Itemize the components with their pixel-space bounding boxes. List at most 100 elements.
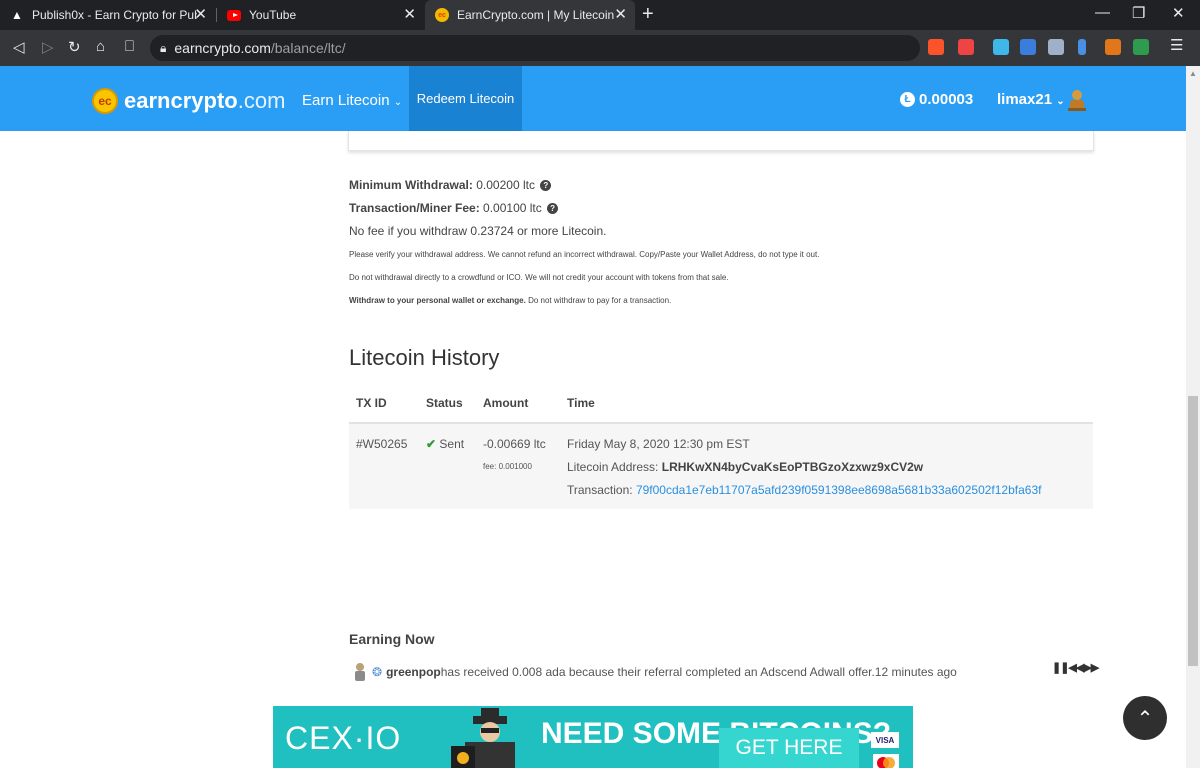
youtube-favicon-icon (227, 8, 241, 22)
column-header-amount: Amount (483, 396, 529, 410)
fee: fee: 0.001000 (483, 462, 532, 471)
tx-id: #W50265 (356, 437, 408, 451)
extension-icon[interactable] (993, 39, 1009, 55)
menu-icon[interactable]: ☰ (1170, 36, 1183, 54)
get-here-button[interactable]: GET HERE (719, 728, 859, 768)
nav-earn-litecoin[interactable]: Earn Litecoin ⌄ (302, 92, 402, 109)
column-header-time: Time (567, 396, 595, 410)
close-tab-icon[interactable]: ✕ (194, 6, 207, 24)
help-icon[interactable]: ? (540, 180, 552, 192)
user-avatar-icon (355, 663, 365, 681)
extension-icon[interactable] (1133, 39, 1149, 55)
logo-suffix: .com (237, 88, 286, 113)
tab-publish0x[interactable]: ▲ Publish0x - Earn Crypto for Publish ✕ (0, 0, 215, 30)
crowdfund-note: Do not withdrawal directly to a crowdfun… (349, 273, 729, 282)
avatar[interactable] (1065, 88, 1089, 112)
miner-fee-line: Transaction/Miner Fee: 0.00100 ltc ? (349, 201, 559, 215)
restore-button[interactable]: ❐ (1132, 4, 1145, 22)
home-icon[interactable]: ⌂ (96, 38, 105, 55)
earncrypto-favicon-icon: ec (435, 8, 449, 22)
bookmark-icon[interactable]: ⎕ (125, 38, 134, 55)
metamask-icon[interactable] (1105, 39, 1121, 55)
earning-message: has received 0.008 ada because their ref… (440, 665, 875, 679)
amount: -0.00669 ltc (483, 437, 546, 451)
history-title: Litecoin History (349, 345, 500, 370)
page-scrollbar[interactable]: ▲ (1186, 66, 1200, 768)
scroll-to-top-button[interactable]: ⌃ (1123, 696, 1167, 740)
burglar-illustration-icon (451, 708, 515, 768)
site-header: ec earncrypto .com Earn Litecoin ⌄ Redeem… (0, 66, 1186, 131)
earning-now-title: Earning Now (349, 631, 435, 647)
minimum-withdrawal-line: Minimum Withdrawal: 0.00200 ltc ? (349, 178, 552, 192)
fee-value: 0.00100 ltc (483, 201, 542, 215)
visa-logo: VISA (871, 732, 899, 748)
balance-amount: 0.00003 (919, 91, 974, 108)
min-value: 0.00200 ltc (476, 178, 535, 192)
publish0x-favicon-icon: ▲ (11, 8, 23, 22)
column-header-txid: TX ID (356, 396, 387, 410)
close-window-button[interactable]: ✕ (1172, 4, 1185, 22)
column-header-status: Status (426, 396, 463, 410)
chevron-down-icon: ⌄ (1056, 96, 1065, 107)
close-tab-icon[interactable]: ✕ (403, 6, 416, 24)
scroll-up-icon[interactable]: ▲ (1189, 69, 1197, 78)
shield-extension-icon[interactable] (1048, 39, 1064, 55)
address-bar[interactable]: 🔒︎ earncrypto.com/balance/ltc/ (150, 35, 920, 61)
balance-display[interactable]: Ł 0.00003 (900, 91, 973, 108)
new-tab-button[interactable]: + (642, 3, 654, 25)
earning-time: 12 minutes ago (874, 665, 957, 679)
transaction-line: Transaction: 79f00cda1e7eb11707a5afd239f… (567, 483, 1041, 497)
transaction-label: Transaction: (567, 483, 633, 497)
cexio-logo: CEX·IO (285, 720, 402, 756)
table-row: #W50265 ✔ Sent -0.00669 ltc fee: 0.00100… (349, 424, 1093, 509)
extension-icon[interactable] (1078, 39, 1086, 55)
minimize-button[interactable]: — (1095, 4, 1110, 21)
withdraw-form-card (348, 131, 1094, 151)
ticker-controls-icon[interactable]: ❚❚◀◀▶▶ (1052, 661, 1099, 674)
earning-user[interactable]: greenpop (386, 665, 441, 679)
earning-activity-item: ❂ greenpop has received 0.008 ada becaus… (352, 662, 957, 682)
min-label: Minimum Withdrawal: (349, 178, 473, 192)
url-domain: earncrypto.com (174, 40, 271, 56)
site-logo[interactable]: ec earncrypto .com (92, 88, 285, 114)
litecoin-icon: Ł (900, 92, 915, 107)
cexio-banner-ad[interactable]: CEX·IO NEED SOME BITCOINS? GET HERE VISA (273, 706, 913, 768)
address-label: Litecoin Address: (567, 460, 659, 474)
browser-toolbar: ◁ ▷ ↻ ⌂ ⎕ 🔒︎ earncrypto.com/balance/ltc/… (0, 30, 1200, 66)
nav-redeem-litecoin[interactable]: Redeem Litecoin (409, 66, 522, 131)
user-menu[interactable]: limax21 ⌄ (997, 91, 1065, 108)
tab-title: EarnCrypto.com | My Litecoin Bala (457, 8, 617, 22)
tab-title: Publish0x - Earn Crypto for Publish (32, 8, 197, 22)
url-path: /balance/ltc/ (270, 40, 346, 56)
tab-title: YouTube (249, 8, 297, 22)
reload-icon[interactable]: ↻ (68, 38, 81, 56)
fee-label: Transaction/Miner Fee: (349, 201, 480, 215)
status-cell: ✔ Sent (426, 437, 464, 451)
tab-youtube[interactable]: YouTube ✕ (217, 0, 424, 30)
cardano-icon: ❂ (372, 665, 383, 679)
address-value: LRHKwXN4byCvaKsEoPTBGzoXzxwz9xCV2w (661, 460, 924, 474)
transaction-hash-link[interactable]: 79f00cda1e7eb11707a5afd239f0591398ee8698… (636, 483, 1042, 497)
personal-wallet-rest: Do not withdraw to pay for a transaction… (525, 296, 672, 305)
help-icon[interactable]: ? (547, 203, 559, 215)
status-text: Sent (439, 437, 465, 451)
logo-name: earncrypto (124, 88, 238, 113)
personal-wallet-note: Withdraw to your personal wallet or exch… (349, 296, 671, 305)
nav-earn-label: Earn Litecoin (302, 92, 390, 109)
logo-coin-icon: ec (92, 88, 118, 114)
lock-icon: 🔒︎ (160, 40, 167, 55)
brave-rewards-icon[interactable] (958, 39, 974, 55)
mastercard-logo-icon (873, 754, 899, 768)
forward-icon[interactable]: ▷ (42, 38, 54, 56)
back-icon[interactable]: ◁ (13, 38, 25, 56)
address-line: Litecoin Address: LRHKwXN4byCvaKsEoPTBGz… (567, 460, 923, 474)
translate-extension-icon[interactable] (1020, 39, 1036, 55)
chevron-down-icon: ⌄ (393, 97, 403, 108)
close-tab-icon[interactable]: ✕ (614, 6, 627, 24)
scroll-thumb[interactable] (1188, 396, 1198, 666)
verify-address-note: Please verify your withdrawal address. W… (349, 250, 820, 259)
no-fee-note: No fee if you withdraw 0.23724 or more L… (349, 224, 607, 238)
brave-shield-icon[interactable] (928, 39, 944, 55)
browser-tab-strip: ▲ Publish0x - Earn Crypto for Publish ✕ … (0, 0, 1200, 30)
tab-earncrypto[interactable]: ec EarnCrypto.com | My Litecoin Bala ✕ (425, 0, 635, 30)
